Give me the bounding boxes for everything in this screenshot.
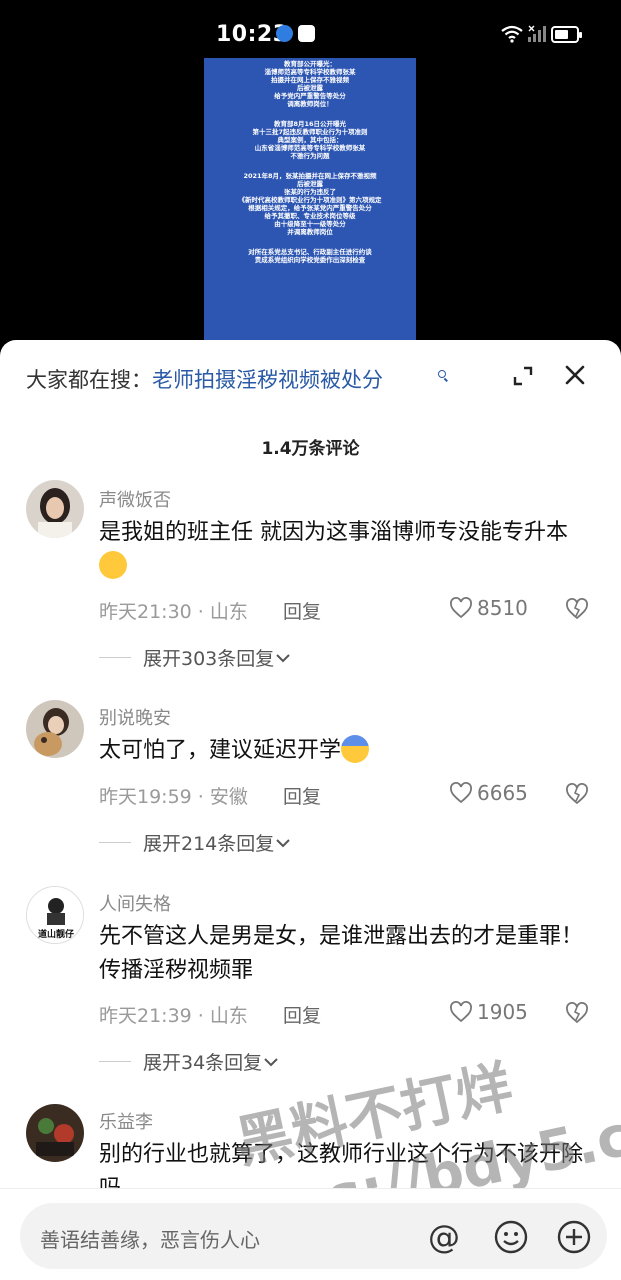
search-icon xyxy=(438,370,446,378)
trending-search[interactable]: 大家都在搜：老师拍摄淫秽视频被处分 xyxy=(26,364,383,394)
reply-button[interactable]: 回复 xyxy=(283,1001,321,1028)
comment-username[interactable]: 人间失格 xyxy=(99,890,171,916)
video-overlay-line: 教育部8月16日公开曝光 xyxy=(273,120,347,128)
expand-replies-button[interactable]: 展开34条回复 xyxy=(99,1048,280,1075)
avatar-caption: 道山靓仔 xyxy=(37,930,74,940)
battery-level xyxy=(555,30,568,39)
broken-heart-icon[interactable] xyxy=(565,1002,589,1024)
search-term-link[interactable]: 老师拍摄淫秽视频被处分 xyxy=(152,368,383,392)
video-overlay-line: 由十级降至十一级等处分 xyxy=(274,220,346,228)
emoji-icon[interactable] xyxy=(493,1219,529,1255)
signal-icon xyxy=(528,25,546,42)
like-count: 6665 xyxy=(477,781,528,805)
comment-count: 1.4万条评论 xyxy=(261,439,360,459)
wifi-icon xyxy=(501,25,523,43)
like-button[interactable]: 8510 xyxy=(449,596,528,620)
expand-replies-button[interactable]: 展开303条回复 xyxy=(99,644,292,671)
comment-item: 别说晚安 太可怕了，建议延迟开学 昨天19:59 · 安徽 回复 6665 展开… xyxy=(0,698,621,868)
comment-item: 声微饭否 是我姐的班主任 就因为这事淄博师专没能专升本 昨天21:30 · 山东… xyxy=(0,480,621,680)
expand-replies-label: 展开34条回复 xyxy=(143,1052,263,1074)
browser-app-icon xyxy=(276,25,293,42)
expand-replies-label: 展开214条回复 xyxy=(143,833,275,855)
avatar[interactable]: 道山靓仔 xyxy=(26,886,84,944)
video-overlay-paragraph: 2021年8月，张某拍摄并在网上保存不雅视频 后被泄露 张某的行为违反了 《新时代高校… xyxy=(204,172,416,236)
huawei-app-icon xyxy=(298,25,315,42)
avatar[interactable] xyxy=(26,700,84,758)
video-overlay-line: 给予其撤职、专业技术岗位等级 xyxy=(264,212,356,220)
video-overlay-line: 典型案例，其中包括： xyxy=(277,136,343,144)
comment-body: 是我姐的班主任 就因为这事淄博师专没能专升本 xyxy=(99,520,568,545)
video-overlay-line: 张某的行为违反了 xyxy=(284,188,336,196)
chevron-down-icon xyxy=(264,1057,278,1066)
like-button[interactable]: 1905 xyxy=(449,1000,528,1024)
comment-username[interactable]: 别说晚安 xyxy=(99,704,171,730)
video-overlay-line: 调离教师岗位！ xyxy=(287,100,333,108)
comment-text: 先不管这人是男是女，是谁泄露出去的才是重罪！传播淫秽视频罪 xyxy=(99,924,584,983)
divider-line xyxy=(99,842,131,843)
reply-button[interactable]: 回复 xyxy=(283,782,321,809)
expand-icon[interactable] xyxy=(511,364,535,388)
like-count: 1905 xyxy=(477,1000,528,1024)
comment-sheet: 大家都在搜：老师拍摄淫秽视频被处分 1.4万条评论 声微饭否 是我姐的班主任 就… xyxy=(0,340,621,1280)
video-overlay-line: 教育部公开曝光： xyxy=(284,60,336,68)
add-icon[interactable] xyxy=(556,1219,592,1255)
comment-input-bar: 善语结善缘，恶言伤人心 @ xyxy=(0,1188,621,1280)
video-overlay-line: 后被泄露 xyxy=(297,84,323,92)
sweat-smile-emoji xyxy=(99,551,127,579)
chevron-down-icon xyxy=(276,653,290,662)
broken-heart-icon[interactable] xyxy=(565,783,589,805)
heart-icon xyxy=(450,1001,472,1023)
video-overlay-line: 责成系党组织向学校党委作出深刻检查 xyxy=(254,256,366,264)
video-overlay-line: 第十三批7起违反教师职业行为十项准则 xyxy=(252,128,368,136)
chevron-down-icon xyxy=(276,838,290,847)
video-overlay-paragraph: 教育部8月16日公开曝光 第十三批7起违反教师职业行为十项准则 典型案例，其中包括：… xyxy=(204,120,416,160)
comment-item: 乐益李 别的行业也就算了，这教师行业这个行为不该开除吗 xyxy=(0,1102,621,1202)
expand-replies-label: 展开303条回复 xyxy=(143,648,275,670)
comment-input[interactable]: 善语结善缘，恶言伤人心 @ xyxy=(20,1203,607,1269)
video-overlay-line: 山东省淄博师范高等专科学校教师张某 xyxy=(254,144,366,152)
video-overlay-line: 淄博师范高等专科学校教师张某 xyxy=(264,68,356,76)
video-overlay-line: 2021年8月，张某拍摄并在网上保存不雅视频 xyxy=(243,172,377,180)
video-overlay-line: 给予党内严重警告等处分 xyxy=(274,92,346,100)
video-player[interactable]: 教育部公开曝光： 淄博师范高等专科学校教师张某 拍摄并在网上保存不雅视频 后被泄露 给予… xyxy=(0,58,621,358)
avatar[interactable] xyxy=(26,480,84,538)
comment-body: 太可怕了，建议延迟开学 xyxy=(99,738,342,763)
comment-time-location: 昨天21:30 · 山东 xyxy=(99,601,248,623)
comment-input-placeholder: 善语结善缘，恶言伤人心 xyxy=(40,1228,260,1252)
like-count: 8510 xyxy=(477,596,528,620)
search-prefix: 大家都在搜： xyxy=(26,368,152,392)
comment-time-location: 昨天21:39 · 山东 xyxy=(99,1005,248,1027)
comment-item: 道山靓仔 人间失格 先不管这人是男是女，是谁泄露出去的才是重罪！传播淫秽视频罪 … xyxy=(0,884,621,1084)
expand-replies-button[interactable]: 展开214条回复 xyxy=(99,829,292,856)
heart-icon xyxy=(450,597,472,619)
reply-button[interactable]: 回复 xyxy=(283,597,321,624)
video-overlay-line: 《新时代高校教师职业行为十项准则》第六项规定 xyxy=(238,196,382,204)
video-frame[interactable]: 教育部公开曝光： 淄博师范高等专科学校教师张某 拍摄并在网上保存不雅视频 后被泄露 给予… xyxy=(204,58,416,358)
divider-line xyxy=(99,1061,131,1062)
divider-line xyxy=(99,657,131,658)
video-overlay-line: 后被泄露 xyxy=(297,180,323,188)
video-overlay-line: 并调离教师岗位 xyxy=(287,228,333,236)
avatar[interactable] xyxy=(26,1104,84,1162)
fearful-face-emoji xyxy=(341,735,370,763)
video-overlay-line: 不雅行为问题 xyxy=(290,152,330,160)
close-icon[interactable] xyxy=(564,364,586,386)
video-overlay-paragraph: 教育部公开曝光： 淄博师范高等专科学校教师张某 拍摄并在网上保存不雅视频 后被泄露 给予… xyxy=(204,60,416,108)
comment-username[interactable]: 乐益李 xyxy=(99,1108,153,1134)
video-overlay-paragraph: 对所在系党总支书记、行政副主任进行约谈 责成系党组织向学校党委作出深刻检查 xyxy=(204,248,416,264)
video-overlay-line: 对所在系党总支书记、行政副主任进行约谈 xyxy=(248,248,372,256)
comment-text: 太可怕了，建议延迟开学 xyxy=(99,734,594,768)
comment-time-location: 昨天19:59 · 安徽 xyxy=(99,786,248,808)
like-button[interactable]: 6665 xyxy=(449,781,528,805)
comment-text: 是我姐的班主任 就因为这事淄博师专没能专升本 xyxy=(99,516,594,584)
battery-icon xyxy=(551,26,582,43)
status-bar: 10:23 xyxy=(0,0,621,58)
comment-username[interactable]: 声微饭否 xyxy=(99,486,171,512)
video-overlay-line: 根据相关规定，给予张某党内严重警告处分 xyxy=(248,204,372,212)
heart-icon xyxy=(450,782,472,804)
broken-heart-icon[interactable] xyxy=(565,598,589,620)
at-mention-icon[interactable]: @ xyxy=(428,1218,460,1256)
video-overlay-line: 拍摄并在网上保存不雅视频 xyxy=(271,76,349,84)
